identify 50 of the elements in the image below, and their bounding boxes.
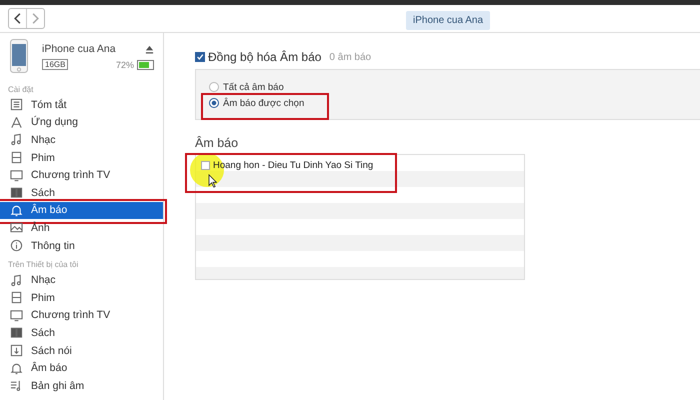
tone-count: 0 âm báo <box>329 52 372 62</box>
sidebar-item[interactable]: Ứng dụng <box>0 114 163 132</box>
sidebar-item[interactable]: Nhạc <box>0 271 163 289</box>
info-icon <box>10 239 23 252</box>
eject-icon[interactable] <box>145 44 154 54</box>
tv-icon <box>10 168 23 182</box>
section-heading: Trên Thiết bị của tôi <box>7 259 80 272</box>
bell-icon <box>10 204 23 217</box>
sidebar-item[interactable]: Ảnh <box>0 219 163 237</box>
sidebar-item[interactable]: Thông tin <box>0 236 163 254</box>
sidebar-item[interactable]: Sách <box>0 184 163 202</box>
battery-icon <box>137 60 154 70</box>
section-title: Âm báo <box>195 136 240 150</box>
sidebar-item[interactable]: Sách nói <box>0 342 163 360</box>
phone-icon <box>10 39 28 73</box>
option-label: Âm báo được chọn <box>223 98 304 108</box>
music-note-icon <box>10 274 23 287</box>
checkbox[interactable] <box>195 52 205 62</box>
device-button[interactable]: iPhone cua Ana <box>406 11 490 30</box>
film-icon <box>10 291 23 304</box>
section-heading: Cài đặt <box>7 84 34 96</box>
book-icon <box>10 326 23 340</box>
photo-icon <box>10 221 23 234</box>
sidebar-item[interactable]: Phim <box>0 148 163 166</box>
voice-memo-icon <box>10 379 23 392</box>
battery-percent: 72% <box>116 60 134 70</box>
capacity-badge: 16GB <box>42 59 68 70</box>
bell-icon <box>10 362 23 375</box>
sync-label: Đồng bộ hóa Âm báo <box>208 50 322 64</box>
sidebar-item[interactable]: Âm báo <box>0 202 163 220</box>
sidebar-item[interactable]: Phim <box>0 288 163 307</box>
sidebar-item[interactable]: Chương trình TV <box>0 306 163 324</box>
tv-icon <box>10 308 23 322</box>
audiobook-icon <box>10 344 23 358</box>
sidebar-item[interactable]: Chương trình TV <box>0 166 163 184</box>
book-icon <box>10 186 23 200</box>
list-icon <box>10 98 23 112</box>
music-note-icon <box>10 133 23 146</box>
cursor-icon <box>208 174 217 188</box>
radio-button[interactable] <box>209 98 219 108</box>
sidebar-item[interactable]: Âm báo <box>0 359 163 377</box>
sidebar-item[interactable]: Tóm tắt <box>0 96 163 114</box>
option-label: Tất cả âm báo <box>223 82 284 92</box>
sidebar-item[interactable]: Nhạc <box>0 131 163 149</box>
sidebar-item[interactable]: Sách <box>0 324 163 342</box>
radio-button[interactable] <box>209 82 219 92</box>
sidebar-item[interactable]: Bản ghi âm <box>0 376 163 394</box>
device-name: iPhone cua Ana <box>42 43 117 55</box>
film-icon <box>10 151 23 164</box>
apps-icon <box>10 116 23 129</box>
